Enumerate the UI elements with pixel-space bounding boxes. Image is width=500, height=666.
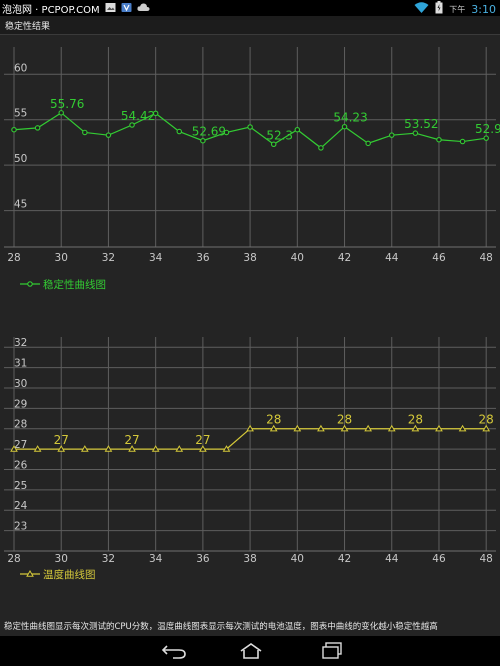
x-tick-label: 44 bbox=[385, 252, 399, 264]
data-label: 55.76 bbox=[50, 97, 84, 111]
data-point bbox=[436, 136, 442, 143]
x-tick-label: 30 bbox=[55, 553, 68, 565]
y-tick-label: 45 bbox=[14, 199, 27, 211]
data-point bbox=[82, 129, 88, 136]
data-label: 27 bbox=[195, 433, 210, 447]
y-tick-label: 26 bbox=[14, 459, 28, 471]
x-tick-label: 36 bbox=[196, 252, 210, 264]
status-ampm: 下午 bbox=[449, 4, 466, 14]
data-point bbox=[412, 130, 419, 136]
y-tick-label: 32 bbox=[14, 337, 27, 349]
vpn-notification-icon bbox=[121, 2, 132, 16]
data-label: 27 bbox=[124, 433, 139, 447]
data-point bbox=[270, 141, 277, 148]
home-icon bbox=[240, 643, 262, 659]
cloud-notification-icon bbox=[137, 2, 150, 15]
x-tick-label: 32 bbox=[102, 553, 115, 565]
data-point bbox=[200, 137, 206, 144]
x-tick-label: 42 bbox=[338, 553, 351, 565]
x-tick-label: 34 bbox=[149, 553, 163, 565]
x-tick-label: 30 bbox=[55, 252, 68, 264]
data-label: 27 bbox=[54, 433, 69, 447]
data-point bbox=[459, 138, 466, 145]
data-label: 28 bbox=[408, 413, 423, 427]
status-time: 3:10 bbox=[471, 2, 496, 16]
watermark-brand: 泡泡网 · PCPOP.COM bbox=[2, 5, 100, 16]
image-notification-icon bbox=[105, 2, 116, 16]
y-tick-label: 55 bbox=[14, 108, 27, 120]
y-tick-label: 31 bbox=[14, 358, 27, 370]
data-point bbox=[318, 145, 324, 151]
data-label: 28 bbox=[337, 413, 352, 427]
x-tick-label: 48 bbox=[480, 553, 493, 565]
stability-chart: 28 30 32 34 36 38 40 42 44 46 48 45 50 55 60 55.76 54.42… bbox=[4, 47, 500, 291]
y-tick-label: 25 bbox=[14, 480, 27, 492]
back-arrow-icon bbox=[161, 645, 186, 659]
x-tick-label: 34 bbox=[149, 252, 163, 264]
back-button[interactable] bbox=[155, 641, 195, 661]
y-tick-label: 29 bbox=[14, 398, 27, 410]
legend-label: 稳定性曲线图 bbox=[43, 278, 106, 291]
app-title-bar: 稳定性结果 bbox=[0, 16, 500, 35]
legend-marker bbox=[27, 281, 33, 287]
data-point bbox=[341, 123, 348, 130]
wifi-icon bbox=[414, 1, 429, 17]
data-label: 54.42 bbox=[121, 109, 155, 123]
recent-apps-button[interactable] bbox=[313, 641, 353, 661]
x-tick-label: 42 bbox=[338, 252, 351, 264]
data-label: 52.97 bbox=[475, 122, 500, 136]
data-label: 28 bbox=[479, 413, 494, 427]
data-point bbox=[365, 140, 371, 147]
data-point bbox=[129, 122, 135, 128]
y-tick-label: 24 bbox=[14, 500, 28, 512]
home-button[interactable] bbox=[231, 641, 271, 661]
status-bar: 泡泡网 · PCPOP.COM 下午 3:10 bbox=[0, 0, 500, 16]
x-tick-label: 46 bbox=[432, 252, 446, 264]
data-point bbox=[176, 128, 183, 135]
data-point bbox=[483, 135, 489, 141]
y-tick-label: 30 bbox=[14, 378, 27, 390]
x-tick-label: 28 bbox=[7, 553, 20, 565]
y-tick-label: 60 bbox=[14, 62, 27, 74]
battery-icon bbox=[435, 1, 443, 17]
data-point bbox=[247, 124, 253, 130]
x-tick-label: 46 bbox=[432, 553, 446, 565]
x-tick-label: 44 bbox=[385, 553, 399, 565]
x-tick-label: 38 bbox=[243, 553, 256, 565]
data-label: 53.52 bbox=[404, 117, 438, 131]
data-point bbox=[34, 125, 41, 131]
data-point bbox=[294, 126, 301, 133]
data-point bbox=[11, 126, 17, 133]
recent-apps-icon bbox=[322, 642, 342, 659]
x-tick-label: 40 bbox=[291, 553, 304, 565]
data-label: 52.3 bbox=[266, 128, 293, 142]
x-tick-label: 36 bbox=[196, 553, 210, 565]
data-point bbox=[105, 132, 112, 138]
chart-description: 稳定性曲线图显示每次测试的CPU分数，温度曲线图表显示每次测试的电池温度，图表中… bbox=[4, 622, 438, 632]
x-tick-label: 32 bbox=[102, 252, 115, 264]
data-point bbox=[58, 110, 64, 116]
y-tick-label: 50 bbox=[14, 153, 27, 165]
data-point bbox=[389, 132, 395, 138]
x-tick-label: 48 bbox=[480, 252, 493, 264]
y-tick-label: 23 bbox=[14, 521, 27, 533]
x-tick-label: 28 bbox=[7, 252, 20, 264]
page-title: 稳定性结果 bbox=[5, 22, 51, 32]
legend-label: 温度曲线图 bbox=[43, 568, 96, 581]
y-tick-label: 28 bbox=[14, 419, 27, 431]
x-tick-label: 40 bbox=[291, 252, 304, 264]
data-label: 28 bbox=[266, 413, 281, 427]
data-label: 52.69 bbox=[192, 125, 226, 139]
navigation-bar bbox=[0, 636, 500, 666]
x-tick-label: 38 bbox=[243, 252, 256, 264]
temperature-chart: 28 30 32 34 36 38 40 42 44 46 48 23 24 25 26 27 28 29 30 31… bbox=[4, 337, 496, 581]
data-label: 54.23 bbox=[333, 111, 367, 125]
